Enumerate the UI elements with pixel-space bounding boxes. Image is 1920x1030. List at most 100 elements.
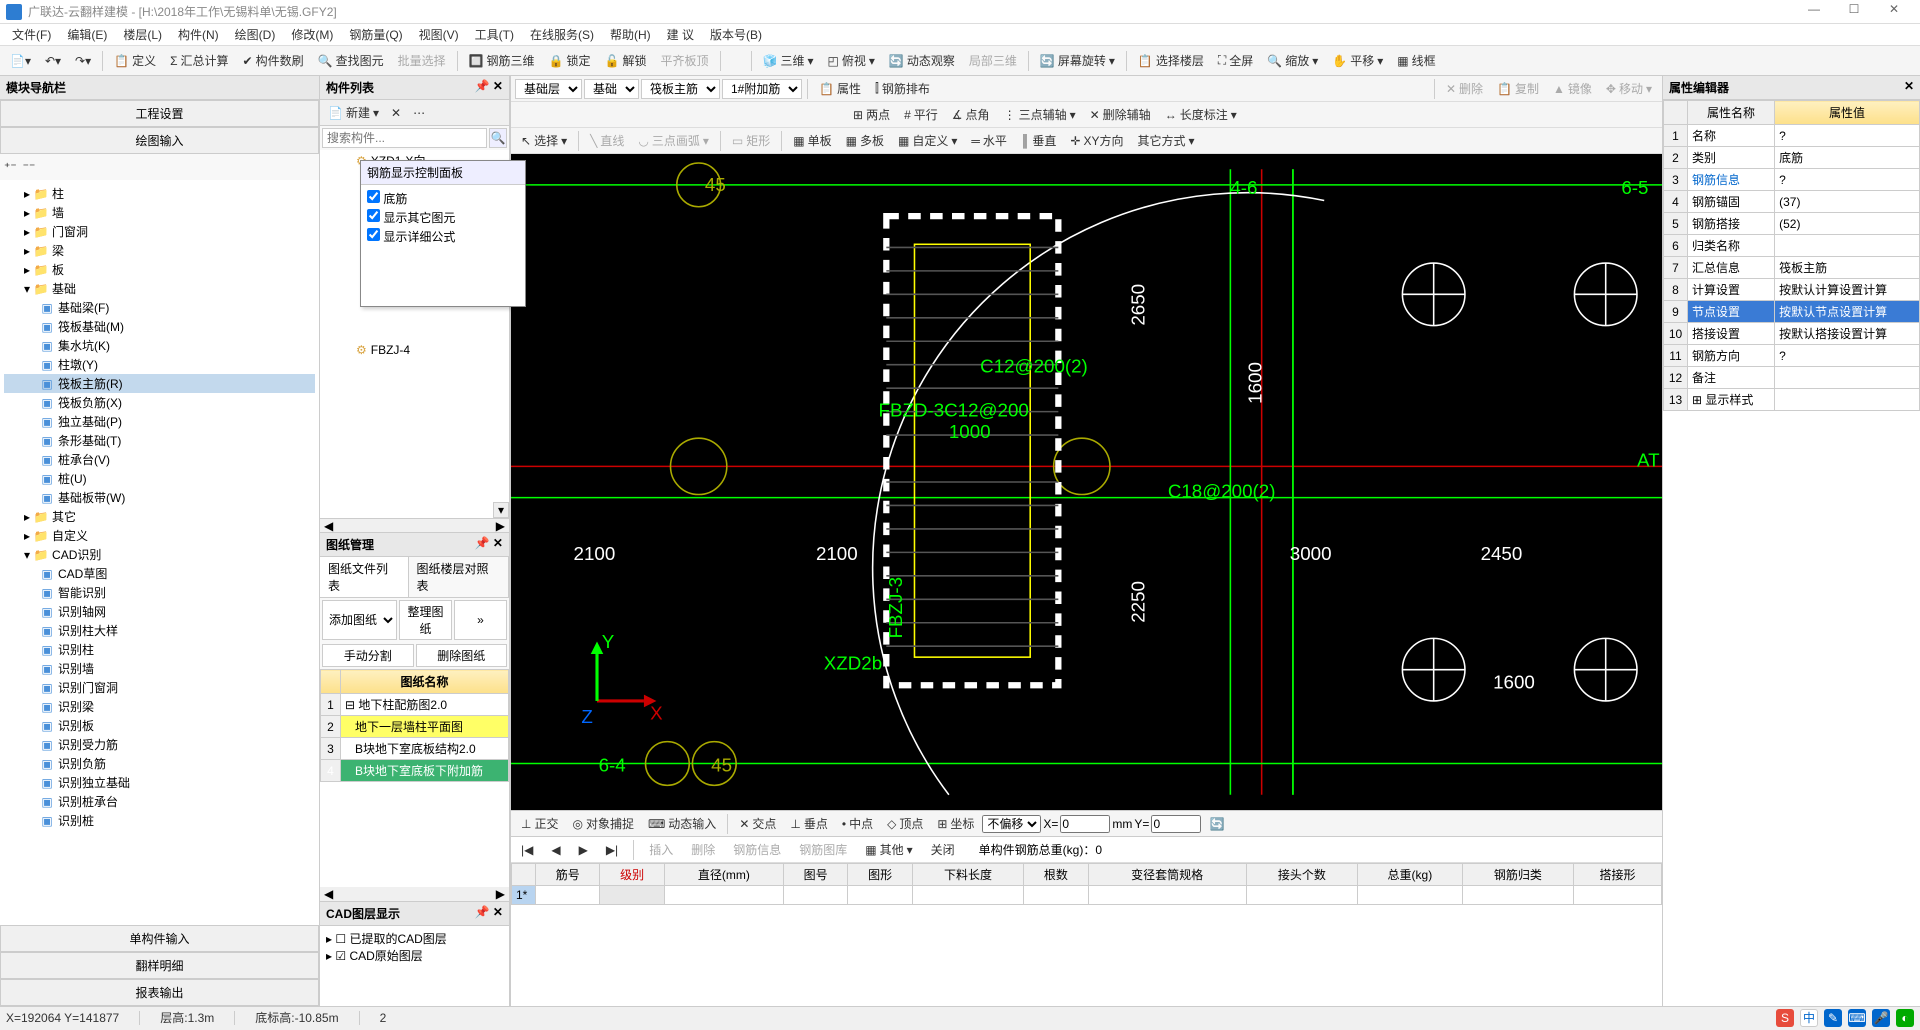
xy-btn[interactable]: ✛ XY方向 [1064, 130, 1129, 151]
prop-btn[interactable]: 📋 属性 [813, 78, 867, 99]
pan-btn[interactable]: ✋ 平移 ▾ [1326, 50, 1389, 71]
property-row[interactable]: 10搭接设置按默认搭接设置计算 [1664, 323, 1920, 345]
select-tool-btn[interactable]: ↖ 选择 ▾ [515, 130, 573, 151]
rect-btn[interactable]: ▭ 矩形 [726, 130, 776, 151]
popup-opt[interactable]: 显示详细公式 [367, 227, 519, 246]
property-row[interactable]: 1名称? [1664, 125, 1920, 147]
rebar-info-btn[interactable]: 钢筋信息 [727, 839, 787, 860]
tree-item[interactable]: ▣识别门窗洞 [4, 678, 315, 697]
tree-item[interactable]: ▣识别受力筋 [4, 735, 315, 754]
popup-opt[interactable]: 底筋 [367, 189, 519, 208]
delaux-btn[interactable]: ✕ 删除辅轴 [1084, 104, 1157, 125]
scroll-left-icon[interactable]: ◀ [324, 887, 333, 901]
parallel-btn[interactable]: # 平行 [898, 104, 944, 125]
tree-item[interactable]: ▣识别轴网 [4, 602, 315, 621]
zoom-btn[interactable]: 🔍 缩放 ▾ [1261, 50, 1324, 71]
tree-item[interactable]: ▣桩承台(V) [4, 450, 315, 469]
local3d-btn[interactable]: 局部三维 [963, 50, 1023, 71]
vertex-snap[interactable]: ◇ 顶点 [881, 813, 929, 834]
menu-item[interactable]: 文件(F) [4, 26, 59, 43]
y-input[interactable] [1151, 815, 1201, 833]
tree-item[interactable]: ▣识别板 [4, 716, 315, 735]
list-item[interactable]: ⚙FBZJ-4 [320, 341, 509, 359]
view3d-btn[interactable]: 🧊 三维 ▾ [757, 50, 820, 71]
property-row[interactable]: 2类别底筋 [1664, 147, 1920, 169]
popup-opt[interactable]: 显示其它图元 [367, 208, 519, 227]
scroll-right-icon[interactable]: ▶ [496, 887, 505, 901]
layer-item[interactable]: ▸ ☐ 已提取的CAD图层 [326, 930, 503, 947]
add-drawing-select[interactable]: 添加图纸 [322, 600, 397, 640]
line-btn[interactable]: ╲ 直线 [584, 130, 630, 151]
nav-left-icon[interactable]: ◀ [324, 519, 333, 532]
property-row[interactable]: 4钢筋锚固(37) [1664, 191, 1920, 213]
property-table[interactable]: 属性名称属性值 1名称?2类别底筋3钢筋信息?4钢筋锚固(37)5钢筋搭接(52… [1663, 100, 1920, 411]
other-menu[interactable]: ▦ 其他 ▾ [859, 839, 918, 860]
ime-icon[interactable]: S [1776, 1009, 1794, 1027]
tree-item[interactable]: ▣基础梁(F) [4, 298, 315, 317]
table-row[interactable]: 4 B块地下室底板下附加筋 [321, 760, 509, 782]
tree-item[interactable]: ▸ 📁梁 [4, 241, 315, 260]
rebar-detail-btn[interactable]: 翻样明细 [0, 952, 319, 979]
single-input-btn[interactable]: 单构件输入 [0, 925, 319, 952]
osnap-toggle[interactable]: ◎ 对象捕捉 [566, 813, 640, 834]
wireframe-btn[interactable]: ▦ 线框 [1391, 50, 1441, 71]
prev-btn[interactable]: ◀ [545, 841, 566, 859]
menu-item[interactable]: 构件(N) [170, 26, 227, 43]
property-row[interactable]: 3钢筋信息? [1664, 169, 1920, 191]
layer-item[interactable]: ▸ ☑ CAD原始图层 [326, 947, 503, 964]
pointangle-btn[interactable]: ∡ 点角 [946, 104, 996, 125]
copy-btn[interactable]: 📋 复制 [1491, 78, 1545, 99]
next-btn[interactable]: ▶ [573, 841, 594, 859]
single-btn[interactable]: ▦ 单板 [787, 130, 837, 151]
tree-item[interactable]: ▣筏板主筋(R) [4, 374, 315, 393]
delete-btn[interactable]: ✕ 删除 [1440, 78, 1489, 99]
last-btn[interactable]: ▶| [600, 841, 624, 859]
scroll-down-icon[interactable]: ▾ [493, 502, 509, 518]
flattop-btn[interactable]: 平齐板顶 [655, 50, 715, 71]
custom-btn[interactable]: ▦ 自定义 ▾ [892, 130, 963, 151]
status-icon[interactable]: ◐ [1896, 1009, 1914, 1027]
ortho-toggle[interactable]: ⊥ 正交 [515, 813, 564, 834]
tree-item[interactable]: ▸ 📁门窗洞 [4, 222, 315, 241]
category-select[interactable]: 基础 [584, 79, 639, 99]
tree-item[interactable]: ▣智能识别 [4, 583, 315, 602]
property-row[interactable]: 5钢筋搭接(52) [1664, 213, 1920, 235]
tree-item[interactable]: ▣柱墩(Y) [4, 355, 315, 374]
table-row[interactable]: 3 B块地下室底板结构2.0 [321, 738, 509, 760]
dyninput-toggle[interactable]: ⌨ 动态输入 [642, 813, 722, 834]
new-btn[interactable]: 📄▾ [4, 52, 37, 70]
rebar-lib-btn[interactable]: 钢筋图库 [793, 839, 853, 860]
tree-item[interactable]: ▣识别柱 [4, 640, 315, 659]
birdview-btn[interactable]: ◰ 俯视 ▾ [822, 50, 881, 71]
organize-drawing-btn[interactable]: 整理图纸 [399, 600, 452, 640]
tree-item[interactable]: ▣识别梁 [4, 697, 315, 716]
extra-select[interactable]: 1#附加筋 [722, 79, 802, 99]
draw-input-btn[interactable]: 绘图输入 [0, 127, 319, 154]
maximize-button[interactable]: ☐ [1834, 2, 1874, 22]
more-btn[interactable]: » [454, 600, 507, 640]
screenrot-btn[interactable]: 🔄 屏幕旋转 ▾ [1034, 50, 1121, 71]
menu-item[interactable]: 楼层(L) [115, 26, 170, 43]
define-btn[interactable]: 📋 定义 [108, 50, 162, 71]
nav-right-icon[interactable]: ▶ [496, 519, 505, 532]
expand-all-icon[interactable]: ⁺⁻ [4, 160, 17, 174]
threepoint-btn[interactable]: ⋮ 三点辅轴 ▾ [998, 104, 1082, 125]
tree-item[interactable]: ▸ 📁板 [4, 260, 315, 279]
menu-item[interactable]: 帮助(H) [602, 26, 659, 43]
vert-btn[interactable]: ║ 垂直 [1015, 130, 1063, 151]
kb-icon[interactable]: ⌨ [1848, 1009, 1866, 1027]
menu-item[interactable]: 绘图(D) [227, 26, 284, 43]
coord-snap[interactable]: ⊞ 坐标 [931, 813, 980, 834]
offset-select[interactable]: 不偏移 [982, 815, 1041, 833]
brush-btn[interactable]: ✔ 构件数刷 [237, 50, 310, 71]
property-row[interactable]: 9节点设置按默认节点设置计算 [1664, 301, 1920, 323]
tree-item[interactable]: ▣识别桩承台 [4, 792, 315, 811]
menu-item[interactable]: 建 议 [659, 26, 702, 43]
close-button[interactable]: ✕ [1874, 2, 1914, 22]
menu-item[interactable]: 视图(V) [411, 26, 467, 43]
tree-item[interactable]: ▣条形基础(T) [4, 431, 315, 450]
tab-floor-map[interactable]: 图纸楼层对照表 [409, 557, 509, 597]
arc-btn[interactable]: ◡ 三点画弧 ▾ [632, 130, 715, 151]
twopoint-btn[interactable]: ⊞ 两点 [847, 104, 896, 125]
collapse-all-icon[interactable]: ⁻⁻ [23, 160, 36, 174]
